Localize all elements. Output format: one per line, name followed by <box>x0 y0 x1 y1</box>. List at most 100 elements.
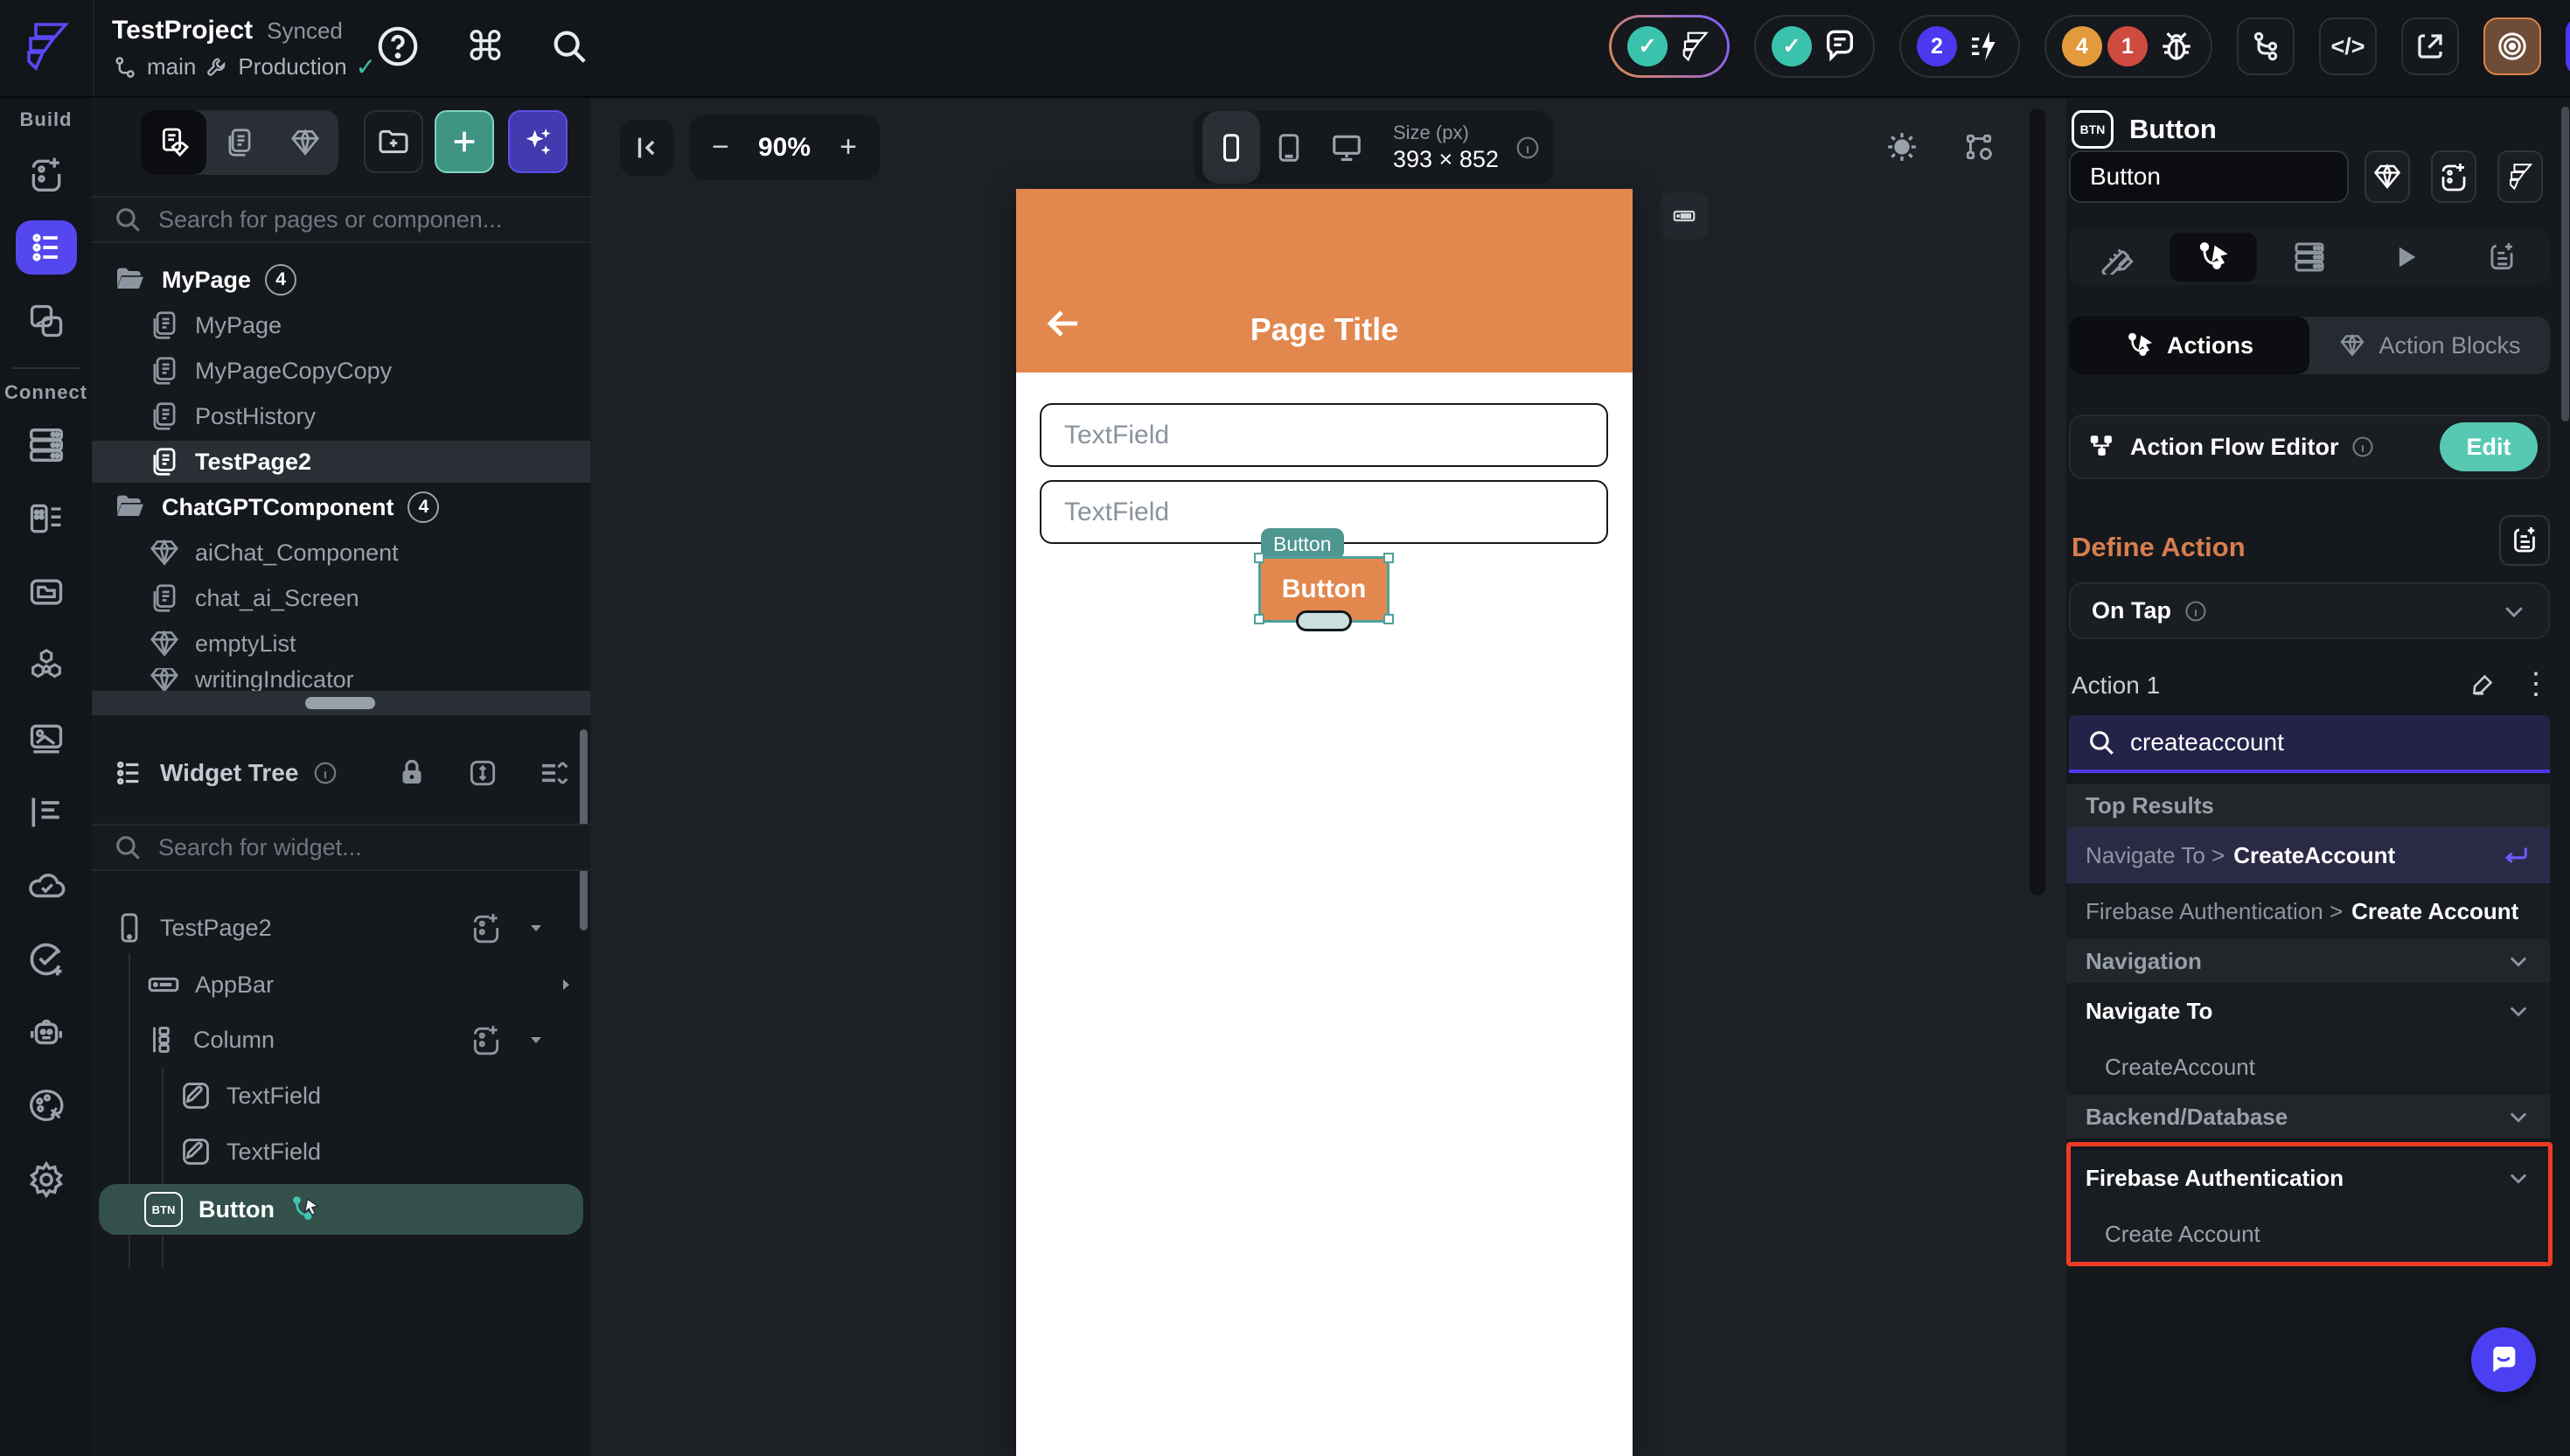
widget-search-input[interactable] <box>158 833 534 861</box>
page-item-mypagecopycopy[interactable]: MyPageCopyCopy <box>92 350 590 392</box>
flutterflow-logo[interactable] <box>0 0 94 96</box>
preview-textfield-1[interactable]: TextField <box>1040 403 1608 467</box>
collapse-panel-button[interactable] <box>620 120 674 176</box>
scrollbar-thumb[interactable] <box>305 697 375 709</box>
resize-handle[interactable] <box>1296 610 1352 631</box>
pages-search-input[interactable] <box>158 206 534 233</box>
rail-custom-functions-button[interactable] <box>16 785 77 839</box>
folder-mypage[interactable]: MyPage 4 <box>92 259 590 301</box>
ai-edit-button[interactable] <box>2497 150 2543 203</box>
rail-tests-button[interactable] <box>16 932 77 986</box>
action-search-input[interactable] <box>2130 728 2506 756</box>
rail-theme-button[interactable] <box>16 1079 77 1133</box>
tab-components[interactable] <box>273 110 338 175</box>
view-code-button[interactable]: </> <box>2319 17 2377 75</box>
navigation-section-header[interactable]: Navigation <box>2066 939 2550 983</box>
issues-pill[interactable]: 4 1 <box>2044 15 2212 78</box>
widget-search[interactable] <box>92 824 590 871</box>
chevron-down-icon[interactable] <box>526 1029 547 1050</box>
expand-collapse-icon[interactable] <box>466 756 499 790</box>
backend-section-header[interactable]: Backend/Database <box>2066 1095 2550 1139</box>
widget-name-input[interactable] <box>2069 150 2349 203</box>
tab-backend[interactable] <box>2266 233 2353 282</box>
trigger-dropdown[interactable]: On Tap <box>2069 582 2550 639</box>
tab-animations[interactable] <box>2362 233 2449 282</box>
zoom-out-button[interactable]: − <box>712 130 729 164</box>
command-menu-icon[interactable]: ⌘ <box>465 26 505 66</box>
wrap-widget-button[interactable] <box>2431 150 2476 203</box>
add-page-button[interactable] <box>435 110 494 173</box>
selection-handle[interactable] <box>1383 614 1394 624</box>
component-item-emptylist[interactable]: emptyList <box>92 623 590 665</box>
support-chat-button[interactable] <box>2471 1327 2536 1392</box>
canvas-settings-button[interactable] <box>1951 118 2007 176</box>
branch-manager-button[interactable] <box>2237 17 2295 75</box>
page-item-posthistory[interactable]: PostHistory <box>92 395 590 437</box>
rail-media-assets-button[interactable] <box>16 565 77 619</box>
tree-node-textfield-1[interactable]: TextField <box>179 1079 321 1112</box>
component-item-aichat[interactable]: aiChat_Component <box>92 532 590 574</box>
tab-pages[interactable] <box>206 110 272 175</box>
group-navigate-to[interactable]: Navigate To <box>2066 983 2550 1039</box>
device-phone-button[interactable] <box>1202 111 1260 184</box>
comments-pill[interactable]: ✓ <box>1754 15 1875 78</box>
rail-cloud-functions-button[interactable] <box>16 859 77 913</box>
rail-page-selector-button[interactable] <box>15 220 77 275</box>
convert-to-component-button[interactable] <box>2365 150 2410 203</box>
canvas-scrollbar[interactable] <box>2030 108 2045 895</box>
add-child-widget-icon[interactable] <box>470 1023 503 1056</box>
selection-handle[interactable] <box>1254 553 1264 563</box>
tab-properties[interactable] <box>2073 233 2161 282</box>
right-panel-scrollbar-thumb[interactable] <box>2561 107 2569 421</box>
tree-node-textfield-2[interactable]: TextField <box>179 1135 321 1168</box>
tab-pages-and-components[interactable] <box>141 110 207 175</box>
phone-preview[interactable]: Page Title TextField TextField Button Bu… <box>1016 189 1633 1456</box>
ai-page-gen-button[interactable] <box>508 110 568 173</box>
rail-settings-button[interactable] <box>16 1153 77 1207</box>
search-icon[interactable] <box>549 26 589 66</box>
component-item-writingindicator[interactable]: writingIndicator <box>92 668 590 691</box>
preview-appbar[interactable]: Page Title <box>1016 189 1633 373</box>
rail-app-values-button[interactable] <box>16 491 77 546</box>
tab-documentation[interactable] <box>2458 233 2546 282</box>
rail-components-button[interactable] <box>16 294 77 348</box>
rail-database-button[interactable] <box>16 418 77 472</box>
branch-name[interactable]: main <box>147 53 196 80</box>
project-health-pill[interactable]: ✓ <box>1609 15 1730 78</box>
device-desktop-button[interactable] <box>1318 111 1376 184</box>
result-firebase-create-account[interactable]: Firebase Authentication > Create Account <box>2066 883 2550 939</box>
lock-icon[interactable] <box>396 757 428 789</box>
rail-ai-agents-button[interactable] <box>16 1006 77 1060</box>
run-button[interactable] <box>2566 17 2570 75</box>
chevron-right-icon[interactable] <box>555 974 576 995</box>
tree-node-appbar[interactable]: AppBar <box>146 967 274 1002</box>
copy-actions-button[interactable] <box>2499 515 2550 566</box>
tree-options-icon[interactable] <box>538 756 573 791</box>
automations-pill[interactable]: 2 <box>1899 15 2020 78</box>
item-createaccount-page[interactable]: CreateAccount <box>2066 1039 2550 1095</box>
environment-name[interactable]: Production <box>238 53 346 80</box>
item-create-account-action[interactable]: Create Account <box>2066 1206 2550 1262</box>
action-menu-icon[interactable]: ⋮ <box>2521 666 2551 701</box>
canvas[interactable]: − 90% + Size (px) 393 × 852 Page Title T… <box>590 98 2066 1456</box>
preview-button[interactable] <box>2483 17 2541 75</box>
tab-actions-icon[interactable] <box>2170 233 2257 282</box>
chevron-down-icon[interactable] <box>526 917 547 938</box>
zoom-in-button[interactable]: + <box>839 130 857 164</box>
action-search[interactable] <box>2069 715 2550 773</box>
new-folder-button[interactable] <box>364 110 423 173</box>
rail-image-assets-button[interactable] <box>16 712 77 766</box>
folder-chatgptcomponent[interactable]: ChatGPTComponent 4 <box>92 486 590 528</box>
selection-handle[interactable] <box>1254 614 1264 624</box>
page-item-mypage[interactable]: MyPage <box>92 304 590 346</box>
tree-node-testpage2[interactable]: TestPage2 <box>113 911 272 944</box>
device-tablet-button[interactable] <box>1260 111 1318 184</box>
share-export-button[interactable] <box>2401 17 2459 75</box>
pages-horizontal-scrollbar[interactable] <box>92 691 590 715</box>
add-child-widget-icon[interactable] <box>470 911 503 944</box>
pages-search[interactable] <box>92 196 590 243</box>
subtab-action-blocks[interactable]: Action Blocks <box>2309 317 2550 374</box>
tree-node-column[interactable]: Column <box>146 1023 275 1056</box>
page-item-testpage2-selected[interactable]: TestPage2 <box>92 441 590 483</box>
result-navigate-to-createaccount[interactable]: Navigate To > CreateAccount <box>2066 827 2550 883</box>
